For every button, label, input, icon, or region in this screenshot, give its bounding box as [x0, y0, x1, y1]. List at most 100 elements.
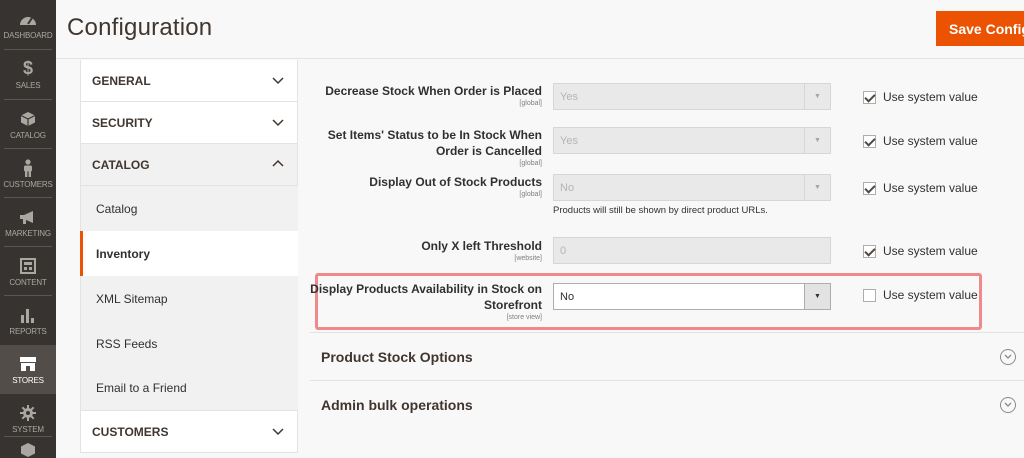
header-divider — [56, 58, 1024, 59]
nav-stores[interactable]: STORES — [0, 345, 56, 394]
tab-label: CATALOG — [92, 157, 150, 172]
nav-marketing[interactable]: MARKETING — [0, 198, 56, 247]
label-text: Display Products Availability in Stock o… — [310, 282, 542, 312]
label-text: Set Items' Status to be In Stock When Or… — [327, 128, 542, 158]
checkbox-label: Use system value — [883, 244, 978, 258]
checkbox-label: Use system value — [883, 181, 978, 195]
page-title: Configuration — [67, 14, 213, 41]
nav-content[interactable]: CONTENT — [0, 247, 56, 296]
checkbox-icon — [863, 181, 876, 195]
nav-label: SYSTEM — [12, 424, 44, 434]
nav-extensions[interactable] — [0, 438, 56, 458]
layout-icon — [19, 257, 37, 275]
dropdown-arrow-icon: ▼ — [804, 128, 830, 153]
nav-customers[interactable]: CUSTOMERS — [0, 149, 56, 198]
scope-label: [website] — [514, 255, 542, 262]
tab-label: SECURITY — [92, 115, 153, 130]
bar-chart-icon — [19, 306, 37, 324]
nav-label: STORES — [12, 375, 44, 385]
nav-dashboard[interactable]: DASHBOARD — [0, 0, 56, 49]
tab-label: GENERAL — [92, 73, 151, 88]
tab-catalog[interactable]: CATALOG — [80, 144, 298, 186]
field-label: Display Products Availability in Stock o… — [310, 281, 542, 322]
select-value: Yes — [560, 90, 578, 103]
expand-circle-icon — [1000, 349, 1016, 365]
tab-item-label: Catalog — [96, 201, 138, 216]
checkbox-label: Use system value — [883, 134, 978, 148]
tab-item-label: Email to a Friend — [96, 381, 187, 395]
field-label: Only X left Threshold [website] — [310, 238, 542, 263]
gear-icon — [19, 404, 37, 422]
section-title: Admin bulk operations — [321, 396, 473, 413]
scope-label: [global] — [519, 100, 542, 107]
input-value: 0 — [560, 244, 567, 257]
tab-item-label: RSS Feeds — [96, 336, 158, 351]
tab-item-email-to-a-friend[interactable]: Email to a Friend — [80, 366, 298, 411]
use-system-value-checkbox[interactable]: Use system value — [863, 90, 978, 104]
use-system-value-checkbox[interactable]: Use system value — [863, 244, 978, 258]
select-value: No — [560, 181, 575, 194]
field-label: Display Out of Stock Products [global] — [310, 174, 542, 199]
dropdown-arrow-icon: ▼ — [804, 175, 830, 200]
scope-label: [global] — [519, 160, 542, 167]
tab-item-catalog[interactable]: Catalog — [80, 186, 298, 231]
dashboard-icon — [19, 10, 37, 28]
display-out-of-stock-select[interactable]: No ▼ — [553, 174, 831, 201]
cube-icon — [19, 110, 37, 128]
tab-item-xml-sitemap[interactable]: XML Sitemap — [80, 276, 298, 321]
tab-item-label: XML Sitemap — [96, 291, 168, 306]
checkbox-icon — [863, 90, 876, 104]
field-label: Decrease Stock When Order is Placed [glo… — [310, 83, 542, 108]
chevron-down-icon — [272, 119, 284, 127]
field-note: Products will still be shown by direct p… — [553, 205, 768, 216]
field-label: Set Items' Status to be In Stock When Or… — [310, 127, 542, 168]
admin-sidebar: DASHBOARD $ SALES CATALOG CUSTOMERS MARK… — [0, 0, 56, 458]
nav-catalog[interactable]: CATALOG — [0, 100, 56, 149]
tab-label: CUSTOMERS — [92, 424, 169, 439]
tab-customers[interactable]: CUSTOMERS — [80, 411, 298, 453]
use-system-value-checkbox[interactable]: Use system value — [863, 288, 978, 302]
checkbox-icon — [863, 134, 876, 148]
nav-reports[interactable]: REPORTS — [0, 296, 56, 345]
dollar-icon: $ — [22, 58, 33, 78]
nav-sales[interactable]: $ SALES — [0, 50, 56, 99]
decrease-stock-select[interactable]: Yes ▼ — [553, 83, 831, 110]
tab-general[interactable]: GENERAL — [80, 60, 298, 102]
use-system-value-checkbox[interactable]: Use system value — [863, 181, 978, 195]
label-text: Display Out of Stock Products — [369, 175, 542, 189]
checkbox-label: Use system value — [883, 90, 978, 104]
save-config-button[interactable]: Save Config — [936, 11, 1024, 46]
nav-label: MARKETING — [5, 228, 51, 238]
dropdown-arrow-icon: ▼ — [804, 84, 830, 109]
scope-label: [store view] — [506, 314, 542, 321]
display-availability-select[interactable]: No ▼ — [553, 283, 831, 310]
cube-icon — [19, 442, 37, 458]
only-x-left-input[interactable]: 0 — [553, 237, 831, 264]
label-text: Decrease Stock When Order is Placed — [325, 84, 542, 98]
chevron-up-icon — [272, 159, 284, 167]
checkbox-icon — [863, 288, 876, 302]
tab-security[interactable]: SECURITY — [80, 102, 298, 144]
tab-item-rss-feeds[interactable]: RSS Feeds — [80, 321, 298, 366]
section-admin-bulk-operations[interactable]: Admin bulk operations — [310, 380, 1024, 428]
nav-label: DASHBOARD — [3, 30, 53, 40]
section-product-stock-options[interactable]: Product Stock Options — [310, 332, 1024, 380]
nav-label: CATALOG — [10, 130, 46, 140]
nav-label: REPORTS — [9, 326, 47, 336]
person-icon — [19, 158, 37, 177]
use-system-value-checkbox[interactable]: Use system value — [863, 134, 978, 148]
chevron-down-icon — [272, 77, 284, 85]
tab-item-inventory[interactable]: Inventory — [80, 231, 298, 276]
chevron-down-icon — [272, 428, 284, 436]
checkbox-label: Use system value — [883, 288, 978, 302]
scope-label: [global] — [519, 191, 542, 198]
checkbox-icon — [863, 244, 876, 258]
dropdown-arrow-icon: ▼ — [804, 284, 830, 309]
label-text: Only X left Threshold — [421, 239, 542, 253]
select-value: Yes — [560, 134, 578, 147]
set-items-status-select[interactable]: Yes ▼ — [553, 127, 831, 154]
nav-label: CONTENT — [9, 277, 47, 287]
config-tabs: GENERAL SECURITY CATALOG Catalog Invento… — [80, 60, 298, 453]
select-value: No — [560, 290, 575, 303]
nav-label: SALES — [15, 80, 41, 90]
